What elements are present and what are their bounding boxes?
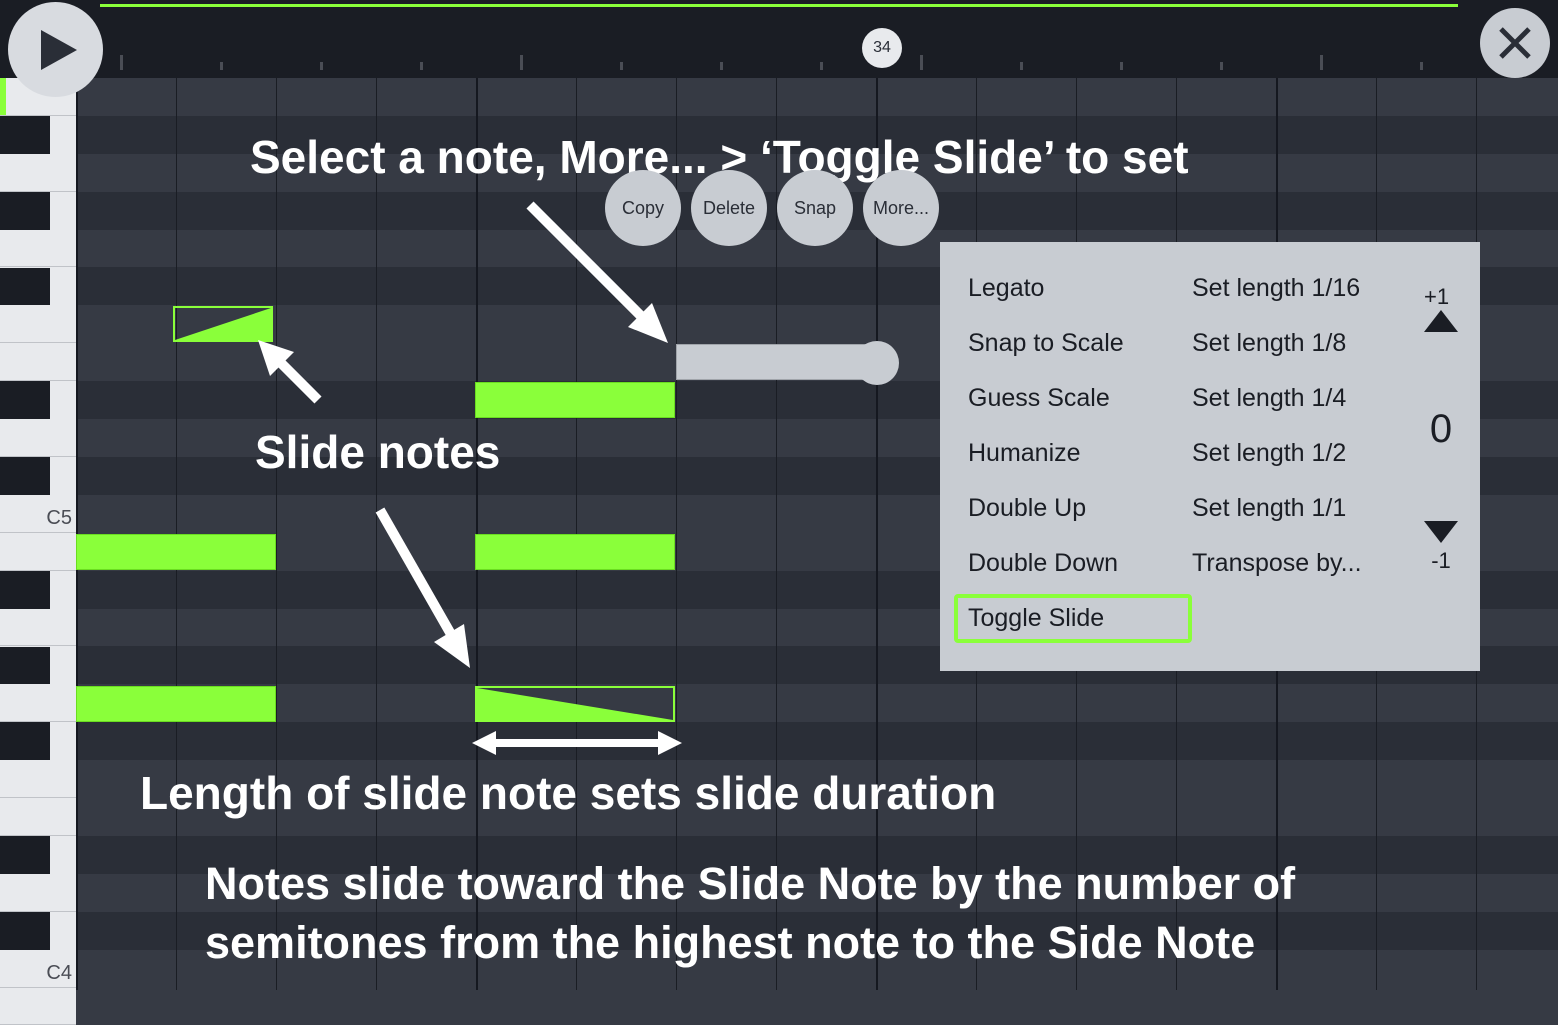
- progress-line: [100, 4, 1458, 7]
- menu-legato[interactable]: Legato: [968, 274, 1178, 303]
- timeline-tick: [820, 62, 823, 70]
- chevron-down-icon[interactable]: [1424, 521, 1458, 543]
- note[interactable]: [76, 534, 276, 570]
- white-key[interactable]: [0, 343, 76, 381]
- note-resize-handle[interactable]: [855, 341, 899, 385]
- slide-note[interactable]: [475, 686, 675, 722]
- black-key[interactable]: [0, 268, 50, 306]
- white-key[interactable]: [0, 154, 76, 192]
- stepper-plus-label: +1: [1424, 284, 1458, 310]
- menu-set-length-1-16[interactable]: Set length 1/16: [1192, 274, 1392, 303]
- menu-set-length-1-2[interactable]: Set length 1/2: [1192, 439, 1392, 468]
- timeline-tick: [620, 62, 623, 70]
- transpose-stepper: +1 0 -1: [1406, 274, 1476, 574]
- snap-button[interactable]: Snap: [777, 170, 853, 246]
- annotation-bottom: Notes slide toward the Slide Note by the…: [205, 855, 1305, 972]
- black-key[interactable]: [0, 571, 50, 609]
- timeline-ruler[interactable]: 34: [0, 8, 1558, 78]
- annotation-slide-notes: Slide notes: [255, 425, 500, 479]
- black-key[interactable]: [0, 722, 50, 760]
- note[interactable]: [475, 534, 675, 570]
- timeline-tick: [1420, 62, 1423, 70]
- selected-note[interactable]: [676, 344, 876, 380]
- menu-double-up[interactable]: Double Up: [968, 494, 1178, 523]
- menu-transpose-by[interactable]: Transpose by...: [1192, 549, 1392, 578]
- playhead-marker[interactable]: 34: [862, 28, 902, 68]
- menu-double-down[interactable]: Double Down: [968, 549, 1178, 578]
- timeline-tick: [1020, 62, 1023, 70]
- double-arrow-icon: [472, 728, 682, 758]
- black-key[interactable]: [0, 381, 50, 419]
- white-key[interactable]: [0, 533, 76, 571]
- menu-set-length-1-4[interactable]: Set length 1/4: [1192, 384, 1392, 413]
- annotation-length: Length of slide note sets slide duration: [140, 766, 996, 820]
- chevron-up-icon[interactable]: [1424, 310, 1458, 332]
- grid-row[interactable]: [76, 78, 1558, 116]
- white-key[interactable]: [0, 609, 76, 647]
- black-key[interactable]: [0, 912, 50, 950]
- play-button[interactable]: [8, 2, 103, 97]
- white-key[interactable]: [0, 419, 76, 457]
- menu-humanize[interactable]: Humanize: [968, 439, 1178, 468]
- timeline-tick: [420, 62, 423, 70]
- arrow-icon: [258, 340, 338, 420]
- note[interactable]: [76, 686, 276, 722]
- white-key[interactable]: C4: [0, 950, 76, 988]
- close-icon: [1497, 25, 1533, 61]
- timeline-tick: [1220, 62, 1223, 70]
- copy-button[interactable]: Copy: [605, 170, 681, 246]
- timeline-tick: [520, 55, 523, 70]
- timeline-tick: [1320, 55, 1323, 70]
- arrow-icon: [370, 500, 490, 680]
- menu-snap-to-scale[interactable]: Snap to Scale: [968, 329, 1178, 358]
- white-key[interactable]: [0, 230, 76, 268]
- menu-set-length-1-1[interactable]: Set length 1/1: [1192, 494, 1392, 523]
- stepper-minus-label: -1: [1424, 548, 1458, 574]
- white-key[interactable]: [0, 798, 76, 836]
- black-key[interactable]: [0, 116, 50, 154]
- menu-set-length-1-8[interactable]: Set length 1/8: [1192, 329, 1392, 358]
- timeline-tick: [120, 55, 123, 70]
- stepper-value: 0: [1430, 407, 1452, 452]
- timeline-tick: [1120, 62, 1123, 70]
- menu-toggle-slide[interactable]: Toggle Slide: [954, 594, 1192, 643]
- grid-row[interactable]: [76, 684, 1558, 722]
- slide-note[interactable]: [173, 306, 273, 342]
- piano-keys[interactable]: C5 C4: [0, 78, 76, 990]
- white-key[interactable]: [0, 684, 76, 722]
- grid-row[interactable]: [76, 988, 1558, 1025]
- black-key[interactable]: [0, 457, 50, 495]
- menu-guess-scale[interactable]: Guess Scale: [968, 384, 1178, 413]
- play-icon: [41, 30, 77, 70]
- close-button[interactable]: [1480, 8, 1550, 78]
- timeline-tick: [920, 55, 923, 70]
- more-button[interactable]: More...: [863, 170, 939, 246]
- timeline-tick: [320, 62, 323, 70]
- note[interactable]: [475, 382, 675, 418]
- white-key[interactable]: [0, 760, 76, 798]
- black-key[interactable]: [0, 192, 50, 230]
- white-key[interactable]: [0, 988, 76, 1025]
- delete-button[interactable]: Delete: [691, 170, 767, 246]
- grid-line: [276, 78, 277, 990]
- black-key[interactable]: [0, 836, 50, 874]
- white-key[interactable]: [0, 305, 76, 343]
- timeline-tick: [220, 62, 223, 70]
- grid-row[interactable]: [76, 722, 1558, 760]
- key-label: C4: [46, 962, 72, 985]
- more-menu-panel: Legato Snap to Scale Guess Scale Humaniz…: [940, 242, 1480, 671]
- white-key[interactable]: C5: [0, 495, 76, 533]
- black-key[interactable]: [0, 647, 50, 685]
- white-key[interactable]: [0, 874, 76, 912]
- timeline-tick: [720, 62, 723, 70]
- note-action-row: Copy Delete Snap More...: [605, 170, 939, 246]
- key-label: C5: [46, 507, 72, 530]
